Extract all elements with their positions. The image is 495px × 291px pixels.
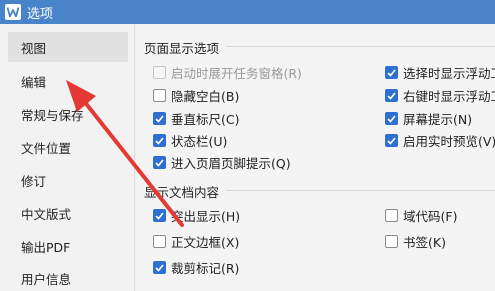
option-header-footer-hint[interactable]: 进入页眉页脚提示(Q) bbox=[153, 153, 291, 172]
checkmark-icon bbox=[387, 68, 396, 77]
sidebar-item-label: 用户信息 bbox=[21, 271, 72, 287]
sidebar-item-user-info[interactable]: 用户信息 bbox=[8, 263, 128, 291]
option-label: 状态栏(U) bbox=[171, 134, 228, 149]
option-label: 隐藏空白(B) bbox=[171, 89, 240, 104]
checkmark-icon bbox=[155, 263, 164, 272]
sidebar-item-label: 修订 bbox=[21, 173, 47, 189]
page-display-section-title: 页面显示选项 bbox=[144, 41, 220, 56]
section-divider bbox=[226, 46, 495, 47]
checkbox[interactable] bbox=[385, 112, 398, 125]
title-bar: 选项 bbox=[0, 0, 495, 24]
option-crop-marks[interactable]: 裁剪标记(R) bbox=[153, 258, 239, 277]
sidebar-item-revision[interactable]: 修订 bbox=[8, 165, 128, 195]
checkbox[interactable] bbox=[153, 112, 166, 125]
option-screen-tips[interactable]: 屏幕提示(N) bbox=[385, 109, 472, 128]
checkbox[interactable] bbox=[153, 134, 166, 147]
checkbox[interactable] bbox=[153, 209, 166, 222]
checkmark-icon bbox=[387, 114, 396, 123]
option-label: 正文边框(X) bbox=[171, 235, 240, 250]
wps-writer-icon bbox=[5, 4, 21, 20]
sidebar: 视图 编辑 常规与保存 文件位置 修订 中文版式 输出PDF 用户信息 bbox=[0, 24, 135, 291]
sidebar-item-general-save[interactable]: 常规与保存 bbox=[8, 99, 128, 129]
checkbox[interactable] bbox=[385, 209, 398, 222]
checkmark-icon bbox=[155, 114, 164, 123]
option-floating-toolbar-on-select[interactable]: 选择时显示浮动工 bbox=[385, 63, 495, 82]
window-title: 选项 bbox=[27, 6, 54, 22]
checkmark-icon bbox=[155, 211, 164, 220]
checkbox[interactable] bbox=[153, 235, 166, 248]
checkbox[interactable] bbox=[153, 261, 166, 274]
option-field-codes[interactable]: 域代码(F) bbox=[385, 206, 457, 225]
checkbox[interactable] bbox=[385, 134, 398, 147]
option-label: 进入页眉页脚提示(Q) bbox=[171, 156, 291, 171]
option-label: 突出显示(H) bbox=[171, 209, 241, 224]
checkmark-icon bbox=[155, 136, 164, 145]
checkbox[interactable] bbox=[153, 156, 166, 169]
option-bookmarks[interactable]: 书签(K) bbox=[385, 232, 446, 251]
sidebar-item-label: 输出PDF bbox=[21, 239, 71, 255]
sidebar-item-label: 编辑 bbox=[21, 74, 47, 90]
checkmark-icon bbox=[387, 91, 396, 100]
checkbox[interactable] bbox=[385, 235, 398, 248]
option-label: 屏幕提示(N) bbox=[403, 112, 473, 127]
option-text-boundaries[interactable]: 正文边框(X) bbox=[153, 232, 239, 251]
option-hide-whitespace[interactable]: 隐藏空白(B) bbox=[153, 86, 239, 105]
checkmark-icon bbox=[155, 158, 164, 167]
sidebar-item-chinese-layout[interactable]: 中文版式 bbox=[8, 198, 128, 228]
option-label: 书签(K) bbox=[403, 235, 446, 250]
sidebar-item-label: 常规与保存 bbox=[21, 107, 84, 123]
option-label: 裁剪标记(R) bbox=[171, 261, 240, 276]
option-label: 选择时显示浮动工 bbox=[403, 66, 495, 81]
sidebar-item-label: 视图 bbox=[21, 40, 47, 56]
sidebar-item-view[interactable]: 视图 bbox=[8, 32, 128, 62]
option-label: 域代码(F) bbox=[403, 209, 458, 224]
sidebar-item-label: 中文版式 bbox=[21, 206, 72, 222]
sidebar-item-edit[interactable]: 编辑 bbox=[8, 66, 128, 96]
option-status-bar[interactable]: 状态栏(U) bbox=[153, 131, 227, 150]
sidebar-item-export-pdf[interactable]: 输出PDF bbox=[8, 231, 128, 261]
options-panel: 页面显示选项 启动时展开任务窗格(R) 隐藏空白(B) 垂直标尺(C) 状态栏(… bbox=[136, 24, 495, 291]
option-label: 启动时展开任务窗格(R) bbox=[171, 66, 302, 81]
option-highlight[interactable]: 突出显示(H) bbox=[153, 206, 240, 225]
option-expand-task-pane[interactable]: 启动时展开任务窗格(R) bbox=[153, 63, 302, 82]
doc-content-section-title: 显示文档内容 bbox=[144, 185, 220, 200]
option-label: 右键时显示浮动工 bbox=[403, 89, 495, 104]
checkbox[interactable] bbox=[385, 89, 398, 102]
option-vertical-ruler[interactable]: 垂直标尺(C) bbox=[153, 109, 239, 128]
sidebar-item-label: 文件位置 bbox=[21, 140, 72, 156]
checkbox[interactable] bbox=[153, 66, 166, 79]
sidebar-item-file-location[interactable]: 文件位置 bbox=[8, 132, 128, 162]
checkbox[interactable] bbox=[385, 66, 398, 79]
section-divider bbox=[226, 190, 495, 191]
checkmark-icon bbox=[387, 136, 396, 145]
option-label: 启用实时预览(V) bbox=[403, 134, 495, 149]
option-label: 垂直标尺(C) bbox=[171, 112, 240, 127]
checkbox[interactable] bbox=[153, 89, 166, 102]
option-live-preview[interactable]: 启用实时预览(V) bbox=[385, 131, 495, 150]
option-floating-toolbar-on-right-click[interactable]: 右键时显示浮动工 bbox=[385, 86, 495, 105]
